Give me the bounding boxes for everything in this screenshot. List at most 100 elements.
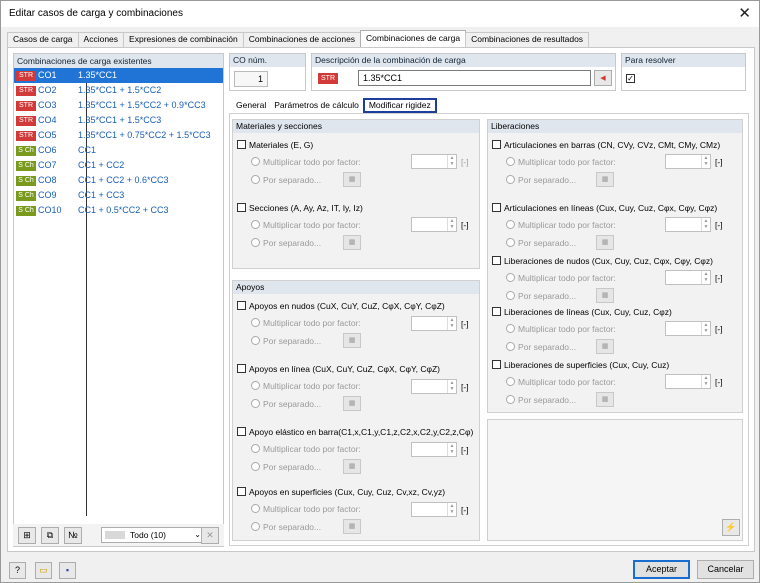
subtab-modify-stiffness[interactable]: Modificar rigidez	[362, 98, 437, 113]
tab-casos-de-carga[interactable]: Casos de carga	[7, 32, 79, 47]
nodal-mult-radio[interactable]: Multiplicar todo por factor:	[251, 318, 361, 328]
bar-hinges-mult-radio[interactable]: Multiplicar todo por factor:	[506, 157, 616, 167]
materials-mult-radio[interactable]: Multiplicar todo por factor:	[251, 157, 361, 167]
line-releases-sep-radio[interactable]: Por separado...	[506, 342, 576, 352]
filter-select[interactable]: Todo (10) ⌄	[101, 527, 205, 543]
edit-table-icon[interactable]: ▦	[343, 396, 361, 411]
edit-table-icon[interactable]: ▦	[596, 235, 614, 250]
spinner-icon[interactable]: ▲ ▼	[447, 218, 456, 231]
materials-sep-radio[interactable]: Por separado...	[251, 175, 321, 185]
tab-combinaciones-carga[interactable]: Combinaciones de carga	[360, 30, 467, 47]
edit-table-icon[interactable]: ▦	[596, 339, 614, 354]
tab-acciones[interactable]: Acciones	[77, 32, 125, 47]
edit-table-icon[interactable]: ▦	[343, 333, 361, 348]
nodal-releases-factor-input[interactable]: ▲ ▼	[665, 270, 711, 285]
tab-combinaciones-resultados[interactable]: Combinaciones de resultados	[465, 32, 590, 47]
surface-sep-radio[interactable]: Por separado...	[251, 522, 321, 532]
spinner-icon[interactable]: ▲ ▼	[701, 375, 710, 388]
surface-releases-mult-radio[interactable]: Multiplicar todo por factor:	[506, 377, 616, 387]
nodal-sep-radio[interactable]: Por separado...	[251, 336, 321, 346]
sections-sep-radio[interactable]: Por separado...	[251, 238, 321, 248]
new-combination-icon[interactable]: ⊞	[18, 527, 36, 544]
list-item[interactable]: STR CO4 1.35*CC1 + 1.5*CC3	[14, 113, 223, 128]
copy-combination-icon[interactable]: ⧉	[41, 527, 59, 544]
spinner-icon[interactable]: ▲ ▼	[701, 271, 710, 284]
stiffness-info-icon[interactable]: ⚡	[722, 519, 740, 536]
cancel-button[interactable]: Cancelar	[697, 560, 754, 579]
edit-table-icon[interactable]: ▦	[596, 288, 614, 303]
bar-hinges-factor-input[interactable]: ▲ ▼	[665, 154, 711, 169]
line-releases-mult-radio[interactable]: Multiplicar todo por factor:	[506, 324, 616, 334]
list-item[interactable]: S Ch CO9 CC1 + CC3	[14, 188, 223, 203]
spinner-icon[interactable]: ▲ ▼	[701, 155, 710, 168]
tab-combinaciones-acciones[interactable]: Combinaciones de acciones	[242, 32, 362, 47]
edit-table-icon[interactable]: ▦	[343, 519, 361, 534]
nodal-releases-sep-radio[interactable]: Por separado...	[506, 291, 576, 301]
elastic-support-checkbox[interactable]: Apoyo elástico en barra(C1,x,C1,y,C1,z,C…	[237, 427, 473, 437]
description-menu-icon[interactable]: ◀	[594, 70, 612, 86]
spinner-icon[interactable]: ▲ ▼	[447, 380, 456, 393]
elastic-factor-input[interactable]: ▲ ▼	[411, 442, 457, 457]
delete-icon[interactable]: ✕	[201, 527, 219, 544]
surface-releases-factor-input[interactable]: ▲ ▼	[665, 374, 711, 389]
list-item[interactable]: STR CO3 1.35*CC1 + 1.5*CC2 + 0.9*CC3	[14, 98, 223, 113]
spinner-icon[interactable]: ▲ ▼	[447, 443, 456, 456]
sections-factor-input[interactable]: ▲ ▼	[411, 217, 457, 232]
nodal-factor-input[interactable]: ▲ ▼	[411, 316, 457, 331]
edit-table-icon[interactable]: ▦	[343, 459, 361, 474]
open-folder-icon[interactable]: ▭	[35, 562, 52, 579]
edit-table-icon[interactable]: ▦	[596, 392, 614, 407]
spinner-icon[interactable]: ▲ ▼	[701, 322, 710, 335]
list-item[interactable]: STR CO2 1.35*CC1 + 1.5*CC2	[14, 83, 223, 98]
surface-releases-checkbox[interactable]: Liberaciones de superficies (Cux, Cuy, C…	[492, 360, 669, 370]
edit-table-icon[interactable]: ▦	[343, 172, 361, 187]
elastic-sep-radio[interactable]: Por separado...	[251, 462, 321, 472]
line-sep-radio[interactable]: Por separado...	[251, 399, 321, 409]
solve-checkbox[interactable]: ✓	[626, 74, 635, 83]
surface-releases-sep-radio[interactable]: Por separado...	[506, 395, 576, 405]
line-hinges-sep-radio[interactable]: Por separado...	[506, 238, 576, 248]
surface-factor-input[interactable]: ▲ ▼	[411, 502, 457, 517]
line-hinges-checkbox[interactable]: Articulaciones en líneas (Cux, Cuy, Cuz,…	[492, 203, 717, 213]
line-mult-radio[interactable]: Multiplicar todo por factor:	[251, 381, 361, 391]
spinner-icon[interactable]: ▲ ▼	[447, 155, 456, 168]
list-item[interactable]: S Ch CO6 CC1	[14, 143, 223, 158]
list-item[interactable]: STR CO5 1.35*CC1 + 0.75*CC2 + 1.5*CC3	[14, 128, 223, 143]
ok-button[interactable]: Aceptar	[633, 560, 690, 579]
surface-supports-checkbox[interactable]: Apoyos en superficies (Cux, Cuy, Cuz, Cv…	[237, 487, 445, 497]
co-number-field[interactable]: 1	[234, 71, 268, 87]
materials-checkbox[interactable]: Materiales (E, G)	[237, 140, 313, 150]
list-item[interactable]: S Ch CO8 CC1 + CC2 + 0.6*CC3	[14, 173, 223, 188]
surface-mult-radio[interactable]: Multiplicar todo por factor:	[251, 504, 361, 514]
list-item[interactable]: S Ch CO7 CC1 + CC2	[14, 158, 223, 173]
close-icon[interactable]: ✕	[738, 4, 751, 22]
spinner-icon[interactable]: ▲ ▼	[701, 218, 710, 231]
description-field[interactable]: 1.35*CC1	[358, 70, 591, 86]
list-item[interactable]: S Ch CO10 CC1 + 0.5*CC2 + CC3	[14, 203, 223, 218]
sections-checkbox[interactable]: Secciones (A, Ay, Az, IT, Iy, Iz)	[237, 203, 363, 213]
subtab-calc-params[interactable]: Parámetros de cálculo	[270, 98, 363, 113]
bar-hinges-sep-radio[interactable]: Por separado...	[506, 175, 576, 185]
nodal-releases-mult-radio[interactable]: Multiplicar todo por factor:	[506, 273, 616, 283]
edit-table-icon[interactable]: ▦	[596, 172, 614, 187]
nodal-supports-checkbox[interactable]: Apoyos en nudos (CuX, CuY, CuZ, CφX, CφY…	[237, 301, 445, 311]
sections-mult-radio[interactable]: Multiplicar todo por factor:	[251, 220, 361, 230]
nodal-releases-checkbox[interactable]: Liberaciones de nudos (Cux, Cuy, Cuz, Cφ…	[492, 256, 713, 266]
tab-expresiones[interactable]: Expresiones de combinación	[123, 32, 244, 47]
spinner-icon[interactable]: ▲ ▼	[447, 503, 456, 516]
list-item[interactable]: STR CO1 1.35*CC1	[14, 68, 223, 83]
materials-factor-input[interactable]: ▲ ▼	[411, 154, 457, 169]
elastic-mult-radio[interactable]: Multiplicar todo por factor:	[251, 444, 361, 454]
subtab-general[interactable]: General	[232, 98, 270, 113]
renumber-icon[interactable]: №	[64, 527, 82, 544]
line-releases-factor-input[interactable]: ▲ ▼	[665, 321, 711, 336]
line-hinges-mult-radio[interactable]: Multiplicar todo por factor:	[506, 220, 616, 230]
line-hinges-factor-input[interactable]: ▲ ▼	[665, 217, 711, 232]
line-supports-checkbox[interactable]: Apoyos en línea (CuX, CuY, CuZ, CφX, CφY…	[237, 364, 440, 374]
spinner-icon[interactable]: ▲ ▼	[447, 317, 456, 330]
help-icon[interactable]: ?	[9, 562, 26, 579]
bar-hinges-checkbox[interactable]: Articulaciones en barras (CN, CVy, CVz, …	[492, 140, 720, 150]
line-releases-checkbox[interactable]: Liberaciones de líneas (Cux, Cuy, Cuz, C…	[492, 307, 672, 317]
edit-table-icon[interactable]: ▦	[343, 235, 361, 250]
save-icon[interactable]: ▪	[59, 562, 76, 579]
